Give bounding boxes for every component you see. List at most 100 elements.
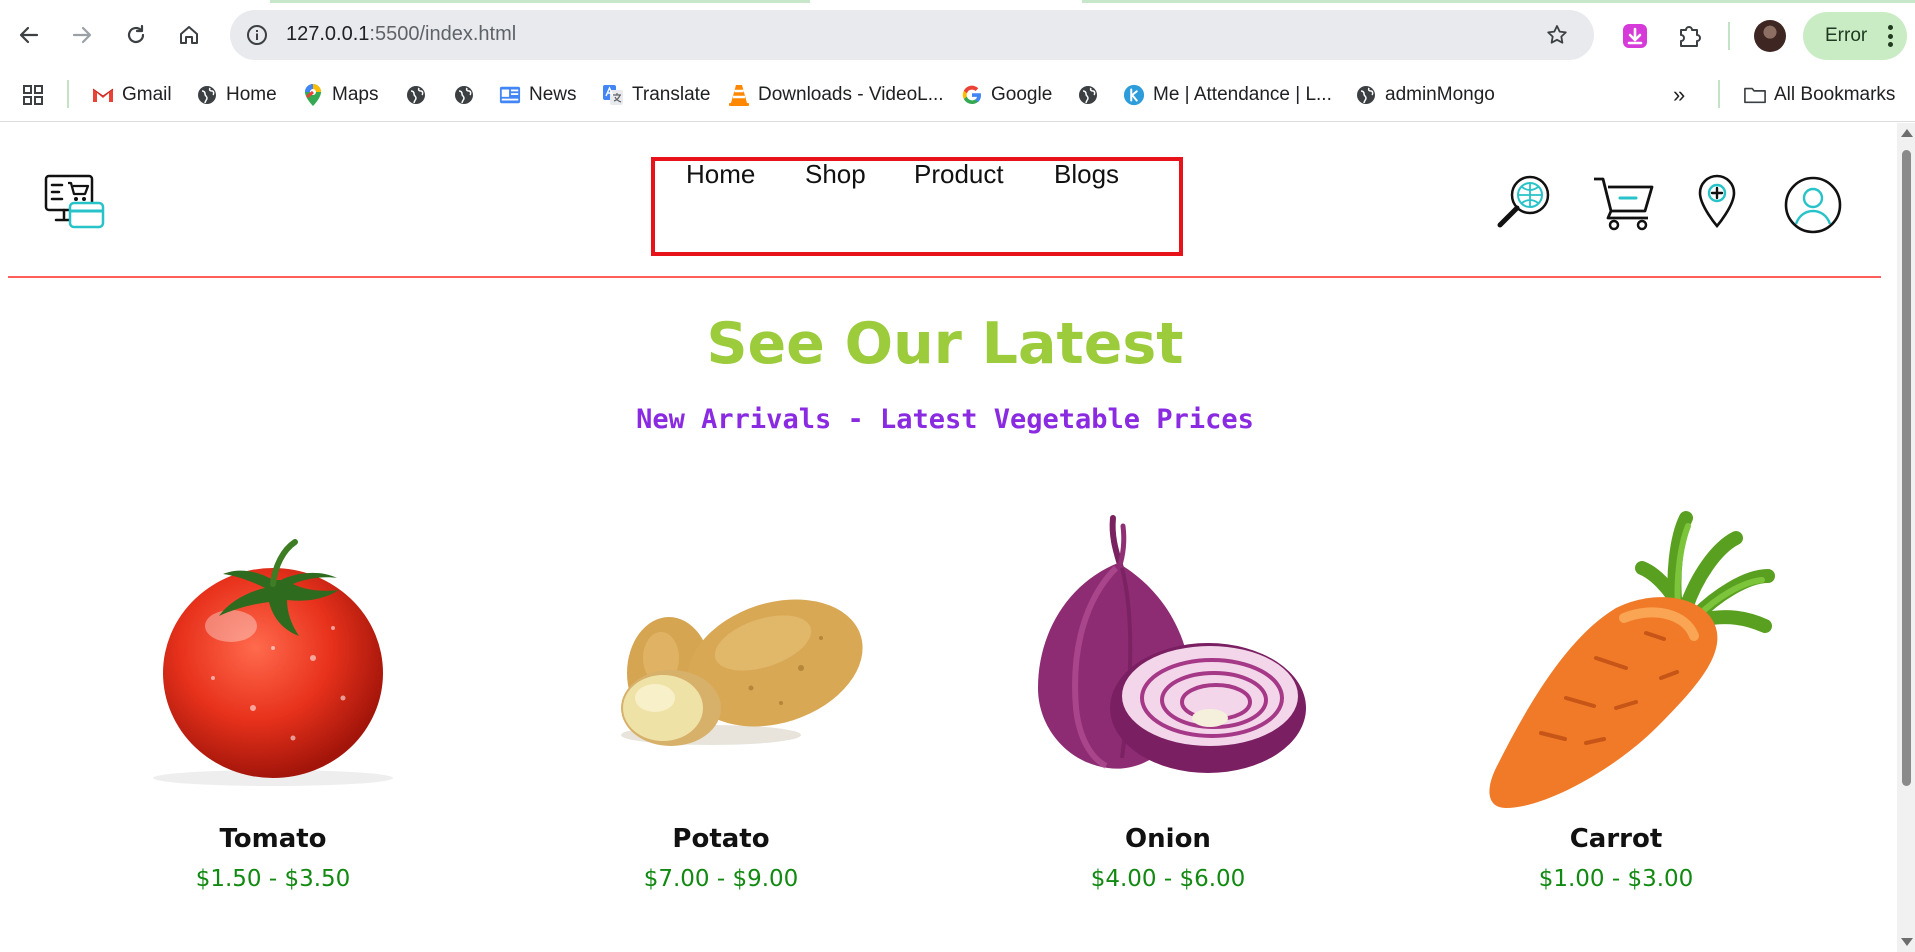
- page-subtitle: New Arrivals - Latest Vegetable Prices: [636, 404, 1254, 435]
- bookmark-news[interactable]: News: [499, 80, 577, 110]
- puzzle-icon: [1680, 26, 1701, 47]
- location-pin-icon[interactable]: [1695, 173, 1739, 233]
- product-card[interactable]: Onion $4.00 - $6.00: [998, 508, 1338, 938]
- product-name: Onion: [1125, 824, 1211, 854]
- bookmark-label: News: [529, 84, 577, 105]
- all-bookmarks-button[interactable]: All Bookmarks: [1744, 80, 1895, 110]
- folder-icon: [1744, 84, 1766, 106]
- url-path: :5500/index.html: [369, 23, 517, 45]
- page-scrollbar[interactable]: [1897, 123, 1915, 952]
- home-icon: [180, 26, 198, 44]
- product-card[interactable]: Potato $7.00 - $9.00: [551, 508, 891, 938]
- address-bar[interactable]: 127.0.0.1:5500/index.html: [230, 10, 1594, 60]
- apps-grid-icon: [22, 84, 44, 106]
- bookmarks-overflow-button[interactable]: »: [1673, 80, 1685, 110]
- bookmark-home[interactable]: Home: [196, 80, 277, 110]
- reload-button[interactable]: [119, 18, 153, 52]
- toolbar-separator: [1728, 22, 1730, 50]
- bookmark-globe-2[interactable]: [453, 80, 483, 110]
- page-viewport: Home Shop Product Blogs See Our Latest N…: [0, 123, 1897, 952]
- bookmark-label: Translate: [632, 84, 711, 105]
- onion-image: [998, 508, 1338, 808]
- bookmarks-separator: [67, 80, 69, 108]
- bookmark-label: Maps: [332, 84, 379, 105]
- forward-button[interactable]: [65, 18, 99, 52]
- url-text[interactable]: 127.0.0.1:5500/index.html: [286, 23, 516, 46]
- profile-status-label: Error: [1825, 25, 1868, 46]
- extensions-button[interactable]: [1672, 18, 1708, 54]
- url-host: 127.0.0.1: [286, 23, 370, 45]
- k-circle-icon: [1123, 84, 1145, 106]
- product-card[interactable]: Tomato $1.50 - $3.50: [103, 508, 443, 938]
- bookmark-globe-1[interactable]: [405, 80, 435, 110]
- bookmark-label: adminMongo: [1385, 84, 1495, 105]
- product-price: $1.00 - $3.00: [1538, 866, 1694, 892]
- product-price: $4.00 - $6.00: [1090, 866, 1246, 892]
- scrollbar-thumb[interactable]: [1902, 150, 1911, 786]
- globe-icon: [196, 84, 218, 106]
- bookmark-label: Google: [991, 84, 1053, 105]
- tab-strip-accent: [270, 0, 810, 3]
- globe-icon: [405, 84, 427, 106]
- header-divider: [8, 276, 1881, 278]
- all-bookmarks-label: All Bookmarks: [1774, 84, 1896, 105]
- globe-icon: [1355, 84, 1377, 106]
- bookmark-attendance[interactable]: Me | Attendance | L...: [1123, 80, 1332, 110]
- bookmark-adminmongo[interactable]: adminMongo: [1355, 80, 1495, 110]
- download-extension-button[interactable]: [1617, 18, 1653, 54]
- avatar[interactable]: [1754, 20, 1786, 52]
- tomato-image: [103, 508, 443, 808]
- profile-error-button[interactable]: Error: [1803, 12, 1907, 60]
- star-icon[interactable]: [1542, 20, 1572, 50]
- carrot-image: [1446, 508, 1786, 808]
- product-name: Carrot: [1569, 824, 1663, 854]
- browser-toolbar: 127.0.0.1:5500/index.html Error: [0, 0, 1915, 70]
- bookmarks-bar: Gmail Home Maps News Translate Downloads…: [0, 70, 1915, 122]
- page-title: See Our Latest: [706, 311, 1184, 377]
- globe-icon: [1077, 84, 1099, 106]
- bookmark-label: Home: [226, 84, 277, 105]
- scroll-down-arrow-icon[interactable]: [1901, 938, 1913, 946]
- globe-icon: [453, 84, 475, 106]
- back-button[interactable]: [12, 18, 46, 52]
- bookmark-label: Downloads - VideoL...: [758, 84, 944, 105]
- translate-icon: [602, 84, 624, 106]
- download-icon: [1623, 24, 1647, 48]
- bookmarks-separator: [1718, 80, 1720, 108]
- product-price: $1.50 - $3.50: [195, 866, 351, 892]
- bookmark-globe-3[interactable]: [1077, 80, 1107, 110]
- product-card[interactable]: Carrot $1.00 - $3.00: [1446, 508, 1786, 938]
- nav-product[interactable]: Product: [914, 159, 1004, 190]
- product-name: Tomato: [219, 824, 327, 854]
- bookmark-maps[interactable]: Maps: [302, 80, 378, 110]
- online-shop-icon: [44, 174, 105, 229]
- globe-search-icon[interactable]: [1494, 173, 1554, 235]
- arrow-right-icon: [72, 26, 92, 44]
- nav-blogs[interactable]: Blogs: [1054, 159, 1119, 190]
- bookmark-label: Me | Attendance | L...: [1153, 84, 1332, 105]
- gmail-icon: [92, 84, 114, 106]
- maps-pin-icon: [302, 84, 324, 106]
- bookmark-translate[interactable]: Translate: [602, 80, 711, 110]
- kebab-menu-icon[interactable]: [1887, 25, 1893, 47]
- reload-icon: [127, 24, 145, 44]
- news-icon: [499, 84, 521, 106]
- chevron-double-right-icon: »: [1673, 82, 1686, 107]
- product-price: $7.00 - $9.00: [643, 866, 799, 892]
- bookmark-downloads-videolan[interactable]: Downloads - VideoL...: [728, 80, 944, 110]
- site-logo[interactable]: [44, 173, 106, 231]
- nav-home[interactable]: Home: [686, 159, 755, 190]
- vlc-cone-icon: [728, 84, 750, 106]
- bookmark-gmail[interactable]: Gmail: [92, 80, 172, 110]
- scroll-up-arrow-icon[interactable]: [1901, 129, 1913, 137]
- product-name: Potato: [672, 824, 770, 854]
- nav-shop[interactable]: Shop: [805, 159, 866, 190]
- home-button[interactable]: [172, 18, 206, 52]
- bookmark-label: Gmail: [122, 84, 172, 105]
- tab-strip-accent: [1082, 0, 1915, 3]
- bookmark-google[interactable]: Google: [961, 80, 1052, 110]
- apps-button[interactable]: [22, 80, 52, 110]
- cart-icon[interactable]: [1592, 175, 1656, 235]
- user-icon[interactable]: [1783, 175, 1843, 239]
- info-icon[interactable]: [242, 20, 272, 50]
